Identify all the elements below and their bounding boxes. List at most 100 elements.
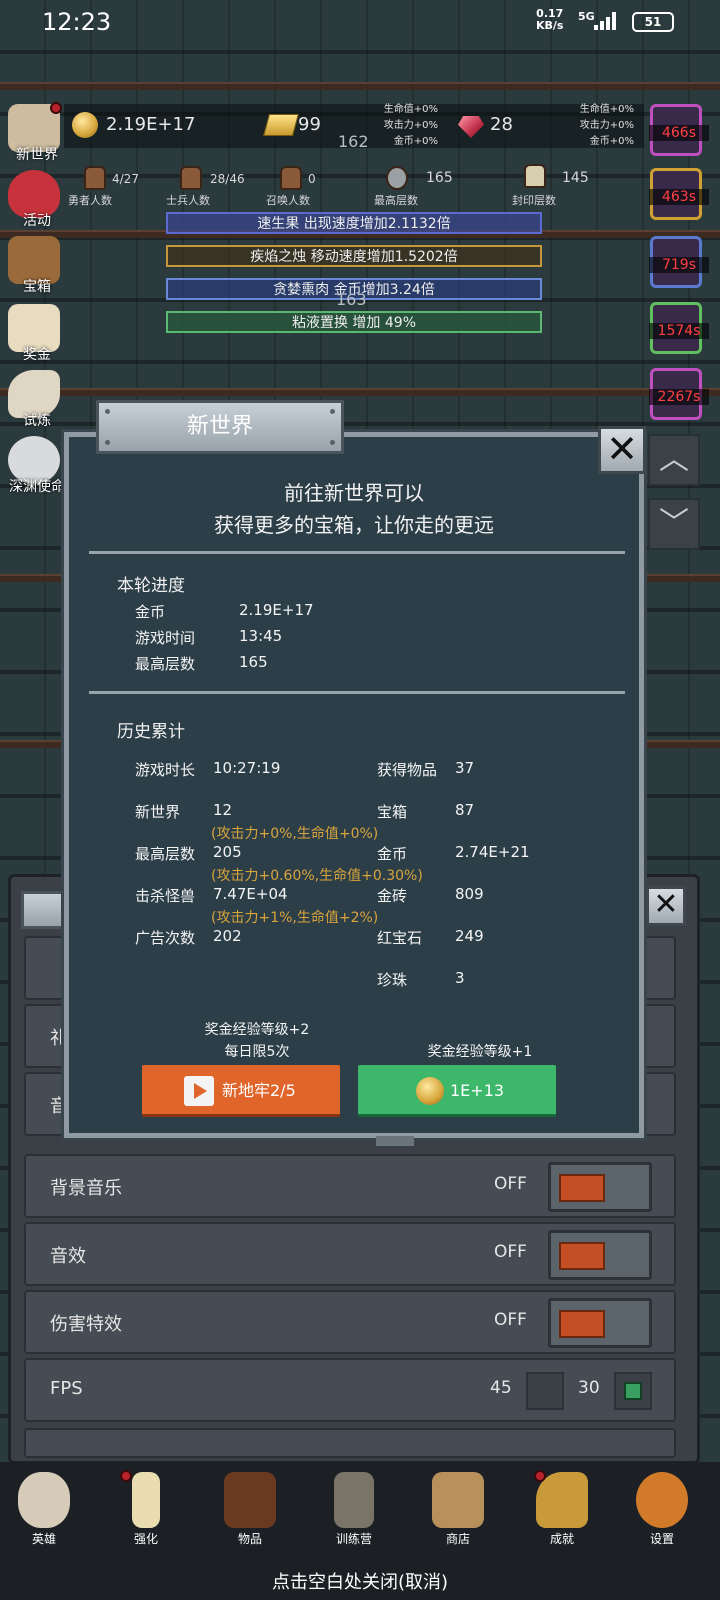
bonus-right: 生命值+0% 攻击力+0% 金币+0% — [570, 102, 634, 150]
menu-label: 深渊使命 — [9, 479, 65, 495]
menu-bonus[interactable]: 奖金 — [2, 300, 64, 364]
history-value: 249 — [455, 927, 484, 945]
timer-buff-4[interactable]: 1574s — [649, 302, 709, 354]
setting-sfx: 音效 OFF — [24, 1222, 676, 1286]
video-icon — [184, 1076, 214, 1106]
left-btn-note: 奖金经验等级+2 — [204, 1022, 310, 1038]
menu-label: 新世界 — [16, 147, 58, 163]
bonus-hp: 生命值+0% — [383, 104, 438, 115]
nav-training[interactable]: 训练营 — [304, 1468, 404, 1548]
nav-settings[interactable]: 设置 — [612, 1468, 712, 1548]
fps-30-option[interactable] — [614, 1372, 652, 1410]
history-key: 珍珠 — [377, 971, 408, 989]
round-progress-title: 本轮进度 — [117, 576, 185, 596]
nav-label: 强化 — [133, 1532, 158, 1546]
round-value: 165 — [239, 653, 268, 671]
round-value: 13:45 — [239, 627, 283, 645]
scroll-up-button[interactable]: ︿ — [648, 434, 700, 486]
setting-damage-fx: 伤害特效 OFF — [24, 1290, 676, 1354]
gold-coin-icon — [416, 1077, 444, 1105]
net-speed: 0.17 KB/s — [536, 8, 563, 32]
notification-dot — [120, 1470, 132, 1482]
menu-new-world[interactable]: 新世界 — [2, 100, 64, 164]
menu-label: 奖金 — [23, 347, 51, 363]
nav-label: 英雄 — [31, 1532, 56, 1546]
nav-items[interactable]: 物品 — [200, 1468, 300, 1548]
scroll-icon — [524, 164, 546, 188]
button-label: 1E+13 — [450, 1081, 505, 1100]
dialog-headline: 前往新世界可以 — [284, 481, 424, 505]
timer-text: 466s — [649, 125, 709, 141]
settings-close-button[interactable]: ✕ — [646, 886, 686, 926]
round-key: 游戏时间 — [135, 629, 196, 647]
signal-icon — [594, 12, 620, 30]
nav-shop[interactable]: 商店 — [408, 1468, 508, 1548]
nav-label: 成就 — [549, 1532, 574, 1546]
timer-text: 719s — [649, 257, 709, 273]
floor-divider — [0, 82, 720, 90]
menu-trial[interactable]: 试炼 — [2, 366, 64, 430]
history-value: 2.74E+21 — [455, 843, 530, 861]
gold-amount: 2.19E+17 — [106, 114, 196, 135]
bonus-left: 生命值+0% 攻击力+0% 金币+0% — [374, 102, 438, 150]
sfx-toggle[interactable] — [548, 1230, 652, 1280]
history-bonus: (攻击力+0.60%,生命值+0.30%) — [211, 868, 423, 884]
history-key: 新世界 — [135, 803, 181, 821]
drag-handle — [376, 1136, 414, 1146]
damage-fx-toggle[interactable] — [548, 1298, 652, 1348]
close-button[interactable]: ✕ — [598, 426, 646, 474]
fps-option-label: 30 — [578, 1378, 600, 1398]
gear-icon — [636, 1472, 688, 1528]
max-floor-label: 最高层数 — [374, 194, 418, 207]
nav-label: 商店 — [445, 1532, 470, 1546]
history-key: 获得物品 — [377, 761, 438, 779]
bonus-gold: 金币+0% — [393, 136, 438, 147]
divider — [89, 551, 625, 554]
menu-chest[interactable]: 宝箱 — [2, 232, 64, 296]
dialog-title-tab: 新世界 — [96, 400, 344, 454]
history-key: 宝箱 — [377, 803, 408, 821]
menu-event[interactable]: 活动 — [2, 166, 64, 230]
scroll-down-button[interactable]: ﹀ — [648, 498, 700, 550]
history-value: 809 — [455, 885, 484, 903]
timer-text: 463s — [649, 189, 709, 205]
history-key: 游戏时长 — [135, 761, 196, 779]
timer-buff-3[interactable]: 719s — [649, 236, 709, 288]
book-icon — [224, 1472, 276, 1528]
stone-icon — [386, 166, 408, 190]
bonus-hp: 生命值+0% — [579, 104, 634, 115]
nav-label: 物品 — [237, 1532, 262, 1546]
menu-abyss[interactable]: 深渊使命 — [2, 432, 65, 496]
history-value: 87 — [455, 801, 475, 819]
coin-exchange-button[interactable]: 1E+13 — [358, 1065, 556, 1117]
setting-label: 背景音乐 — [50, 1178, 122, 1199]
history-value: 7.47E+04 — [213, 885, 288, 903]
nav-heroes[interactable]: 英雄 — [0, 1468, 94, 1548]
timer-buff-1[interactable]: 466s — [649, 104, 709, 156]
new-dungeon-button[interactable]: 新地牢2/5 — [142, 1065, 340, 1117]
buff-slime: 粘液置换 增加 49% — [166, 311, 542, 333]
nav-upgrade[interactable]: 强化 — [96, 1468, 196, 1548]
summon-icon — [280, 166, 302, 190]
network-type: 5G — [578, 10, 595, 23]
soldier-count: 28/46 — [210, 172, 245, 186]
floor-number: 163 — [336, 290, 367, 309]
dialog-title: 新世界 — [186, 414, 253, 439]
history-key: 红宝石 — [377, 929, 423, 947]
notification-dot — [50, 102, 62, 114]
round-key: 金币 — [135, 603, 166, 621]
nav-achievements[interactable]: 成就 — [512, 1468, 612, 1548]
history-value: 10:27:19 — [213, 759, 281, 777]
bonus-gold: 金币+0% — [589, 136, 634, 147]
fps-45-option[interactable] — [526, 1372, 564, 1410]
right-btn-note: 奖金经验等级+1 — [427, 1044, 533, 1060]
status-bar: 12:23 0.17 KB/s 5G 51 — [0, 0, 720, 46]
timer-buff-5[interactable]: 2267s — [649, 368, 709, 420]
timer-buff-2[interactable]: 463s — [649, 168, 709, 220]
round-key: 最高层数 — [135, 655, 196, 673]
setting-label: 伤害特效 — [50, 1314, 122, 1335]
bgm-toggle[interactable] — [548, 1162, 652, 1212]
summon-count: 0 — [308, 172, 316, 186]
button-label: 新地牢2/5 — [222, 1081, 296, 1100]
history-value: 205 — [213, 843, 242, 861]
